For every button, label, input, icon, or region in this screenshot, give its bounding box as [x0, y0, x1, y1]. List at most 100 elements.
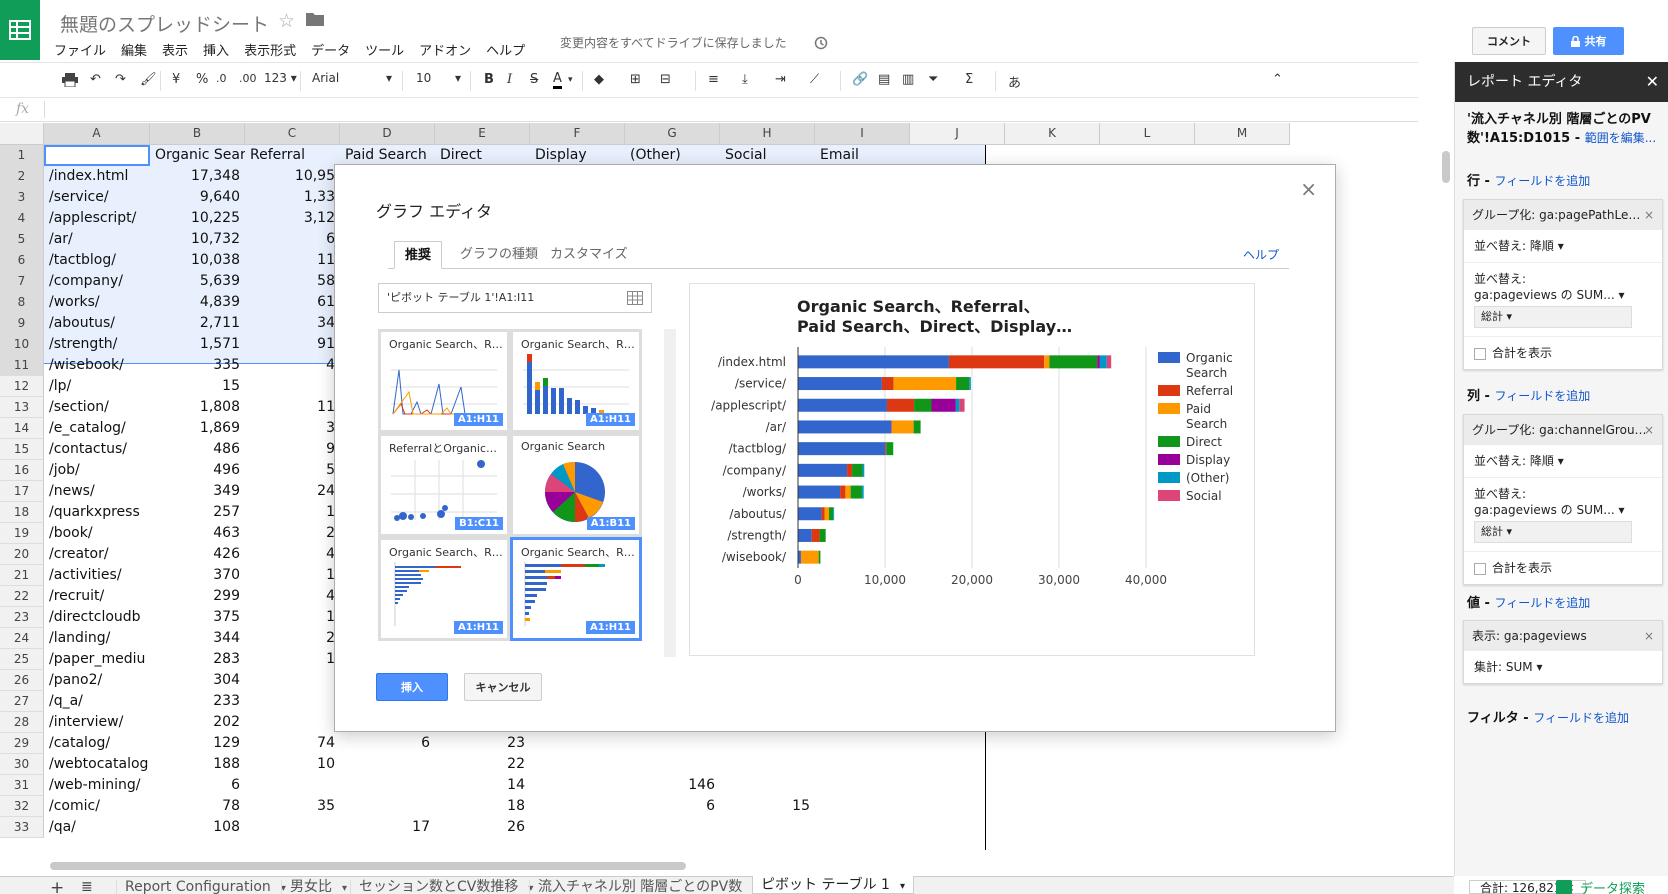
table-cell[interactable]: 1 — [245, 649, 340, 670]
font-family-select[interactable]: Arial ▾ — [312, 71, 392, 85]
table-cell[interactable]: 2 — [245, 628, 340, 649]
row-header[interactable]: 28 — [0, 712, 44, 733]
align-left-icon[interactable]: ≡ — [708, 72, 719, 87]
text-color-button[interactable]: A — [553, 72, 562, 89]
table-cell[interactable]: 15 — [150, 376, 245, 397]
decrease-decimal-button[interactable]: .0 — [216, 72, 227, 85]
column-header-m[interactable]: M — [1195, 123, 1290, 145]
text-wrap-icon[interactable]: ⇥ — [775, 72, 786, 87]
row-header[interactable]: 26 — [0, 670, 44, 691]
column-header-g[interactable]: G — [625, 123, 720, 145]
table-cell[interactable]: /company/ — [44, 271, 150, 292]
row-header[interactable]: 4 — [0, 208, 44, 229]
table-cell[interactable]: /creator/ — [44, 544, 150, 565]
table-cell[interactable]: 6 — [245, 229, 340, 250]
table-cell[interactable]: /service/ — [44, 187, 150, 208]
table-cell[interactable]: 91 — [245, 334, 340, 355]
table-cell[interactable]: 10,225 — [150, 208, 245, 229]
table-cell[interactable]: /activities/ — [44, 565, 150, 586]
table-cell[interactable]: /aboutus/ — [44, 313, 150, 334]
table-cell[interactable]: /lp/ — [44, 376, 150, 397]
history-icon[interactable] — [814, 36, 828, 50]
table-cell[interactable]: 6 — [625, 796, 720, 817]
menu-item[interactable]: ファイル — [54, 40, 106, 59]
menu-item[interactable]: ヘルプ — [486, 40, 525, 59]
column-header-l[interactable]: L — [1100, 123, 1195, 145]
chart-suggestion-column[interactable]: Organic Search、R… A1:H11 — [510, 329, 642, 433]
col-show-total[interactable]: 合計を表示 — [1464, 552, 1662, 584]
table-cell[interactable]: 10,95 — [245, 166, 340, 187]
explore-button[interactable]: データ探索 — [1556, 878, 1645, 894]
column-header-d[interactable]: D — [340, 123, 435, 145]
chevron-down-icon[interactable]: ▾ — [342, 883, 347, 894]
table-cell[interactable]: /tactblog/ — [44, 250, 150, 271]
table-cell[interactable]: 9,640 — [150, 187, 245, 208]
table-cell[interactable]: 2,711 — [150, 313, 245, 334]
table-cell[interactable]: 426 — [150, 544, 245, 565]
table-cell[interactable]: 11 — [245, 397, 340, 418]
table-cell[interactable]: 233 — [150, 691, 245, 712]
table-cell[interactable]: /web-mining/ — [44, 775, 150, 796]
column-header-a[interactable]: A — [44, 123, 150, 145]
row-header[interactable]: 1 — [0, 145, 44, 166]
collapse-icon[interactable]: ⌃ — [1272, 72, 1283, 87]
sheet-tab[interactable]: ピボット テーブル 1 ▾ — [752, 876, 914, 894]
row-header[interactable]: 21 — [0, 565, 44, 586]
table-cell[interactable]: 202 — [150, 712, 245, 733]
row-show-total[interactable]: 合計を表示 — [1464, 337, 1662, 369]
edit-range-link[interactable]: 範囲を編集... — [1585, 131, 1656, 145]
fill-color-icon[interactable]: ◆ — [594, 72, 604, 87]
table-cell[interactable]: 188 — [150, 754, 245, 775]
sheet-tab[interactable]: 流入チャネル別 階層ごとのPV数▾ — [529, 880, 765, 894]
row-header[interactable]: 10 — [0, 334, 44, 355]
table-cell[interactable]: 1,869 — [150, 418, 245, 439]
close-icon[interactable]: × — [1300, 177, 1317, 201]
row-header[interactable]: 6 — [0, 250, 44, 271]
tab-recommended[interactable]: 推奨 — [394, 241, 443, 269]
table-cell[interactable]: 34 — [245, 313, 340, 334]
table-cell[interactable]: 5 — [245, 460, 340, 481]
font-size-select[interactable]: 10 ▾ — [416, 71, 461, 85]
table-cell[interactable]: 1 — [245, 607, 340, 628]
table-cell[interactable]: 257 — [150, 502, 245, 523]
row-header[interactable]: 31 — [0, 775, 44, 796]
add-sheet-icon[interactable]: + — [50, 878, 64, 894]
column-header-k[interactable]: K — [1005, 123, 1100, 145]
sheet-tab[interactable]: Report Configuration ▾ — [116, 880, 294, 894]
row-header[interactable]: 15 — [0, 439, 44, 460]
table-cell[interactable]: 11 — [245, 250, 340, 271]
table-cell[interactable]: 375 — [150, 607, 245, 628]
table-cell[interactable]: 129 — [150, 733, 245, 754]
table-cell[interactable]: 486 — [150, 439, 245, 460]
table-cell[interactable]: 5,639 — [150, 271, 245, 292]
row-header[interactable]: 12 — [0, 376, 44, 397]
row-sort-order[interactable]: 並べ替え: 降順 ▾ — [1464, 230, 1662, 263]
text-rotate-icon[interactable]: ⟋ — [810, 72, 819, 87]
chart-suggestion-bar[interactable]: Organic Search、R… A1:H11 — [378, 537, 510, 641]
checkbox[interactable] — [1474, 347, 1486, 360]
row-header[interactable]: 7 — [0, 271, 44, 292]
row-header[interactable]: 29 — [0, 733, 44, 754]
row-header[interactable]: 17 — [0, 481, 44, 502]
table-cell[interactable]: 22 — [435, 754, 530, 775]
row-header[interactable]: 19 — [0, 523, 44, 544]
chart-suggestion-stacked-bar[interactable]: Organic Search、R… A1:H11 — [510, 537, 642, 641]
header-cell[interactable]: Display — [530, 145, 625, 166]
chart-suggestion-pie[interactable]: Organic Search A1:B11 — [510, 433, 642, 537]
col-sort-order[interactable]: 並べ替え: 降順 ▾ — [1464, 445, 1662, 478]
table-cell[interactable]: 1,571 — [150, 334, 245, 355]
table-cell[interactable]: /section/ — [44, 397, 150, 418]
horizontal-scrollbar[interactable] — [50, 862, 686, 870]
table-cell[interactable]: 35 — [245, 796, 340, 817]
table-cell[interactable]: /paper_mediu — [44, 649, 150, 670]
table-cell[interactable]: 108 — [150, 817, 245, 838]
row-header[interactable]: 27 — [0, 691, 44, 712]
table-cell[interactable]: 283 — [150, 649, 245, 670]
table-cell[interactable]: 344 — [150, 628, 245, 649]
print-icon[interactable] — [62, 73, 78, 87]
comment-button[interactable]: コメント — [1472, 27, 1546, 55]
table-cell[interactable]: 58 — [245, 271, 340, 292]
cancel-button[interactable]: キャンセル — [464, 673, 542, 701]
sheets-logo[interactable] — [0, 0, 40, 60]
row-header[interactable]: 13 — [0, 397, 44, 418]
